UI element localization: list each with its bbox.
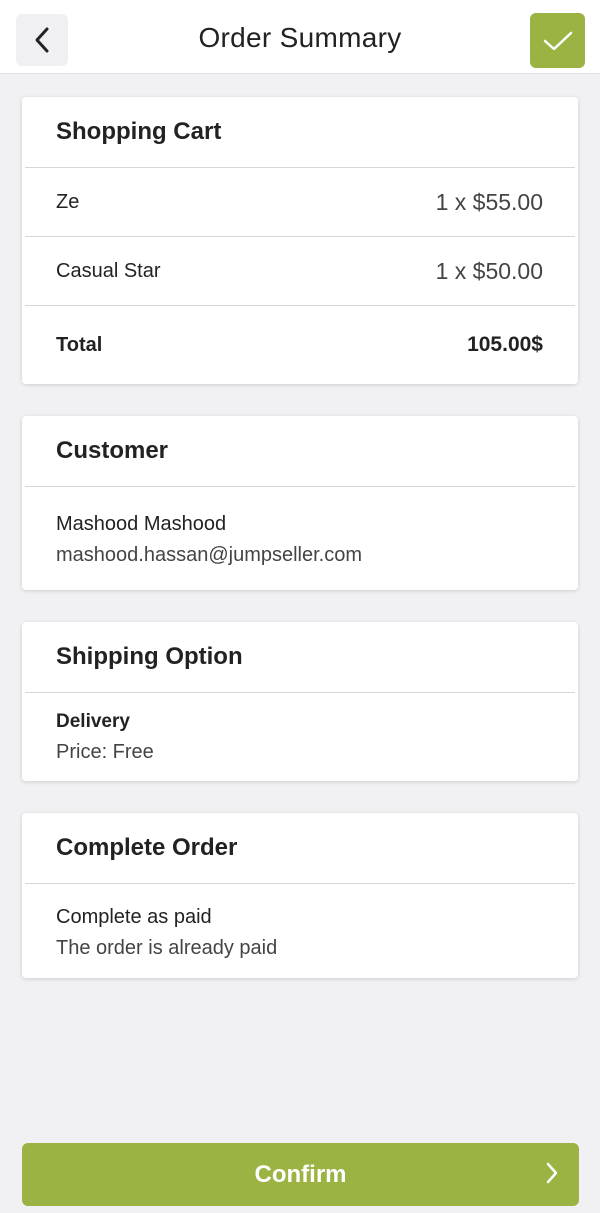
top-bar: Order Summary — [0, 0, 600, 74]
checkmark-icon — [543, 31, 572, 50]
cart-item-row: Casual Star 1 x $50.00 — [22, 237, 578, 305]
shipping-method: Delivery — [56, 711, 130, 732]
customer-details: Mashood Mashood mashood.hassan@jumpselle… — [22, 487, 578, 567]
cart-item-row: Ze 1 x $55.00 — [22, 168, 578, 236]
cart-total-value: 105.00$ — [467, 333, 543, 356]
complete-order-heading: Complete Order — [56, 834, 238, 861]
cart-item-name: Ze — [56, 190, 80, 213]
shopping-cart-heading: Shopping Cart — [56, 118, 222, 145]
chevron-right-icon — [546, 1162, 558, 1184]
cart-item-name: Casual Star — [56, 259, 161, 282]
confirm-button-label: Confirm — [254, 1160, 347, 1188]
shipping-option-heading: Shipping Option — [56, 643, 243, 670]
complete-order-card: Complete Order Complete as paid The orde… — [22, 813, 578, 978]
shipping-option-card: Shipping Option Delivery Price: Free — [22, 622, 578, 781]
shipping-price: Price: Free — [56, 741, 154, 763]
customer-email: mashood.hassan@jumpseller.com — [56, 544, 363, 566]
customer-heading: Customer — [56, 437, 169, 464]
confirm-check-button[interactable] — [530, 13, 585, 68]
complete-order-option[interactable]: Complete as paid The order is already pa… — [22, 884, 578, 960]
shipping-details: Delivery Price: Free — [22, 693, 578, 764]
complete-order-option-title: Complete as paid — [56, 906, 212, 928]
page-title: Order Summary — [198, 22, 402, 53]
cart-item-qty-price: 1 x $50.00 — [435, 257, 543, 284]
cart-total-label: Total — [56, 333, 103, 356]
cart-total-row: Total 105.00$ — [22, 306, 578, 384]
customer-name: Mashood Mashood — [56, 513, 227, 535]
shopping-cart-card: Shopping Cart Ze 1 x $55.00 Casual Star … — [22, 97, 578, 384]
complete-order-option-description: The order is already paid — [56, 937, 278, 959]
customer-card: Customer Mashood Mashood mashood.hassan@… — [22, 416, 578, 590]
confirm-button[interactable]: Confirm — [22, 1143, 579, 1206]
cart-item-qty-price: 1 x $55.00 — [435, 188, 543, 215]
